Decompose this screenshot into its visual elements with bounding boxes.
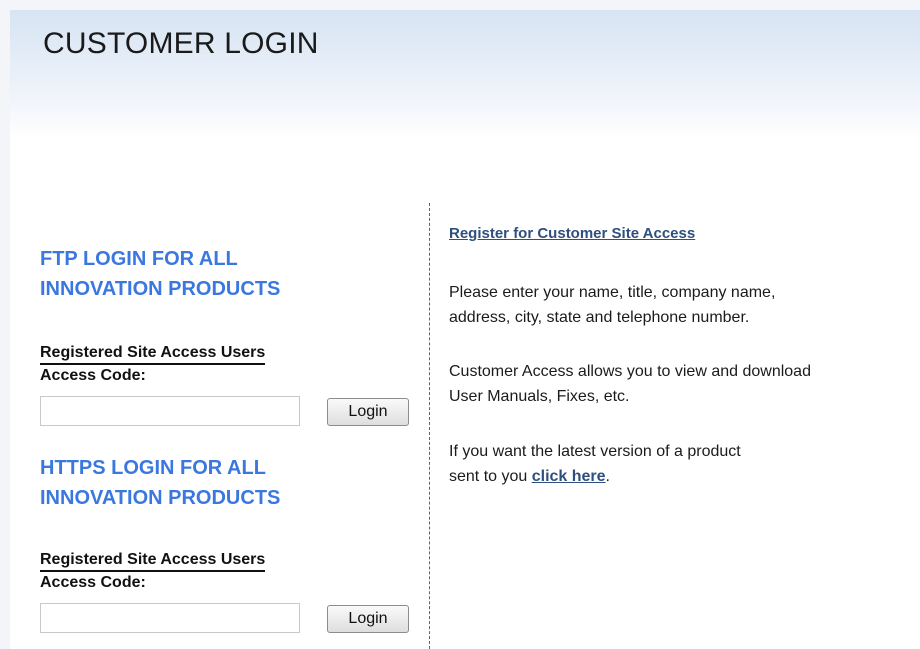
https-labels: Registered Site Access Users Access Code… xyxy=(40,551,266,592)
para2-line1: Customer Access allows you to view and d… xyxy=(449,363,811,380)
para3-suffix: . xyxy=(605,468,610,485)
page-frame: CUSTOMER LOGIN FTP LOGIN FOR ALL INNOVAT… xyxy=(10,10,920,649)
ftp-title-line1: FTP LOGIN FOR ALL xyxy=(40,248,238,270)
ftp-title-line2: INNOVATION PRODUCTS xyxy=(40,278,281,300)
https-access-code-label: Access Code: xyxy=(40,574,146,591)
https-login-button[interactable]: Login xyxy=(327,605,409,633)
access-description: Customer Access allows you to view and d… xyxy=(449,359,811,409)
https-access-code-input[interactable] xyxy=(40,603,300,633)
ftp-section-title: FTP LOGIN FOR ALL INNOVATION PRODUCTS xyxy=(40,244,370,304)
ftp-access-code-input[interactable] xyxy=(40,396,300,426)
https-title-line1: HTTPS LOGIN FOR ALL xyxy=(40,457,266,479)
ftp-access-code-label: Access Code: xyxy=(40,367,146,384)
https-section-title: HTTPS LOGIN FOR ALL INNOVATION PRODUCTS xyxy=(40,453,370,513)
para3-line2-prefix: sent to you xyxy=(449,468,532,485)
registration-instructions: Please enter your name, title, company n… xyxy=(449,280,775,330)
ftp-users-label: Registered Site Access Users xyxy=(40,344,266,365)
ftp-login-button[interactable]: Login xyxy=(327,398,409,426)
para1-line2: address, city, state and telephone numbe… xyxy=(449,309,750,326)
latest-version-note: If you want the latest version of a prod… xyxy=(449,439,741,489)
para1-line1: Please enter your name, title, company n… xyxy=(449,284,776,301)
info-column: Register for Customer Site Access Please… xyxy=(449,225,919,485)
column-divider xyxy=(429,203,430,649)
https-users-label: Registered Site Access Users xyxy=(40,551,266,572)
page-title: CUSTOMER LOGIN xyxy=(43,27,319,60)
https-title-line2: INNOVATION PRODUCTS xyxy=(40,487,281,509)
para2-line2: User Manuals, Fixes, etc. xyxy=(449,388,630,405)
ftp-labels: Registered Site Access Users Access Code… xyxy=(40,344,266,385)
para3-line1: If you want the latest version of a prod… xyxy=(449,443,741,460)
click-here-link[interactable]: click here xyxy=(532,468,606,485)
register-link[interactable]: Register for Customer Site Access xyxy=(449,225,695,242)
